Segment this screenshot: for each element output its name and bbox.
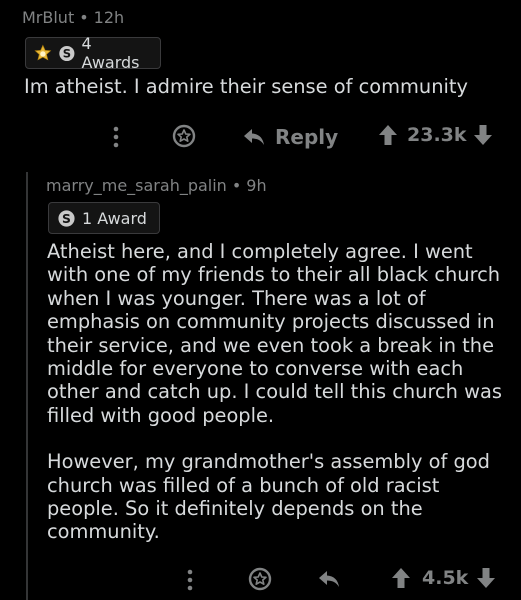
more-options-icon: [113, 126, 119, 148]
username[interactable]: MrBlut: [22, 8, 74, 27]
gold-award-icon: [34, 44, 52, 60]
separator-dot: •: [79, 8, 89, 27]
svg-text:S: S: [62, 211, 71, 225]
vote-controls: 4.5k: [391, 567, 496, 589]
awards-count: 1 Award: [82, 208, 147, 228]
vote-controls: 23.3k: [378, 124, 493, 146]
award-icon: [172, 124, 196, 148]
comment-text: Im atheist. I admire their sense of comm…: [24, 75, 468, 98]
upvote-arrow-icon[interactable]: [378, 124, 398, 146]
more-options-icon: [187, 569, 193, 591]
svg-text:S: S: [62, 46, 70, 60]
downvote-arrow-icon[interactable]: [476, 567, 496, 589]
reply-arrow-icon: [319, 571, 339, 587]
comment-body: Im atheist. I admire their sense of comm…: [24, 75, 504, 98]
reply-button[interactable]: Reply: [243, 125, 338, 149]
timestamp: 12h: [93, 8, 125, 27]
reply-button[interactable]: [318, 569, 340, 589]
reply-paragraph-1: Atheist here, and I completely agree. I …: [47, 240, 502, 427]
award-icon: [248, 567, 272, 591]
awards-badge[interactable]: S 4 Awards: [25, 34, 161, 72]
award-button[interactable]: [248, 567, 272, 591]
vote-count: 4.5k: [422, 567, 469, 589]
vote-count: 23.3k: [407, 124, 467, 146]
reply-meta: marry_me_sarah_palin • 9h: [46, 176, 267, 195]
reply-body: Atheist here, and I completely agree. I …: [47, 240, 509, 544]
reply-paragraph-2: However, my grandmother's assembly of go…: [47, 450, 490, 544]
timestamp: 9h: [246, 176, 267, 195]
username[interactable]: marry_me_sarah_palin: [46, 176, 227, 195]
reply-label: Reply: [275, 125, 339, 149]
separator-dot: •: [231, 176, 242, 195]
downvote-arrow-icon[interactable]: [473, 124, 493, 146]
reply-arrow-icon: [244, 129, 264, 145]
silver-award-icon: S: [58, 209, 75, 227]
more-options-button[interactable]: [182, 568, 198, 592]
awards-badge[interactable]: S 1 Award: [48, 202, 160, 234]
awards-count: 4 Awards: [81, 34, 140, 72]
comment-meta: MrBlut • 12h: [22, 8, 124, 27]
silver-award-icon: S: [59, 45, 75, 61]
thread-line[interactable]: [26, 172, 28, 600]
upvote-arrow-icon[interactable]: [391, 567, 411, 589]
award-button[interactable]: [172, 124, 196, 148]
more-options-button[interactable]: [108, 125, 124, 149]
